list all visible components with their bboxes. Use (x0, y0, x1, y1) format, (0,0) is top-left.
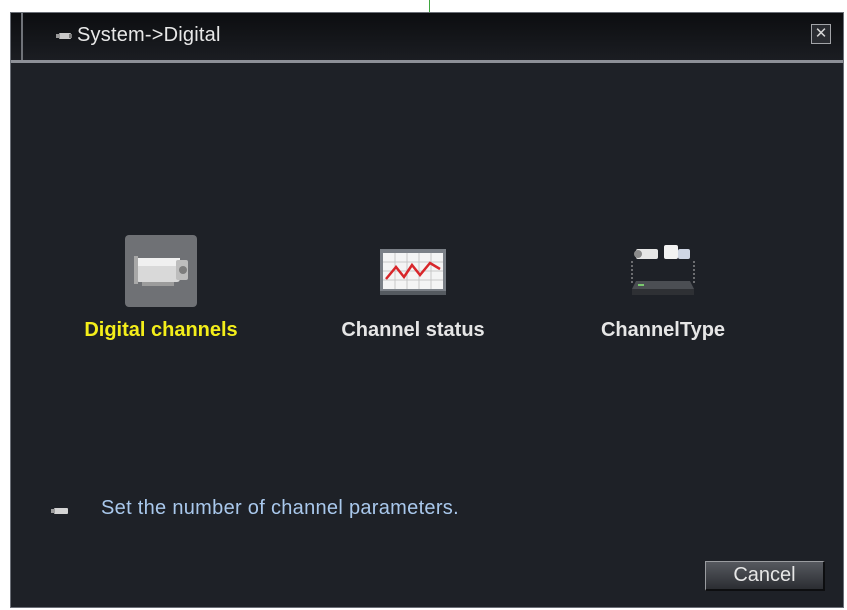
cancel-button[interactable]: Cancel (705, 561, 825, 591)
window-title: System->Digital (77, 24, 221, 46)
tip-text: Set the number of channel parameters. (101, 497, 459, 519)
tile-channel-status[interactable]: Channel status (298, 235, 528, 342)
close-button[interactable]: ✕ (811, 24, 831, 44)
title-bar: System->Digital ✕ (11, 13, 843, 63)
line-chart-icon (380, 249, 446, 295)
tile-icon-box (125, 235, 197, 307)
tile-icon-box (377, 235, 449, 307)
tile-label: Channel status (341, 319, 485, 341)
camera-dvr-icon (631, 245, 695, 295)
camera-small-icon (51, 508, 68, 514)
camera-small-icon (56, 33, 72, 39)
top-strip (0, 0, 847, 14)
digital-dialog: System->Digital ✕ Digital channels Chann… (10, 12, 844, 608)
screen: System->Digital ✕ Digital channels Chann… (0, 0, 847, 610)
close-icon: ✕ (814, 25, 828, 42)
tile-label: Digital channels (84, 319, 238, 341)
tile-channel-type[interactable]: ChannelType (548, 235, 778, 342)
camera-icon (134, 256, 188, 286)
tile-digital-channels[interactable]: Digital channels (46, 235, 276, 342)
tile-label: ChannelType (600, 319, 726, 341)
tile-icon-box (627, 235, 699, 307)
